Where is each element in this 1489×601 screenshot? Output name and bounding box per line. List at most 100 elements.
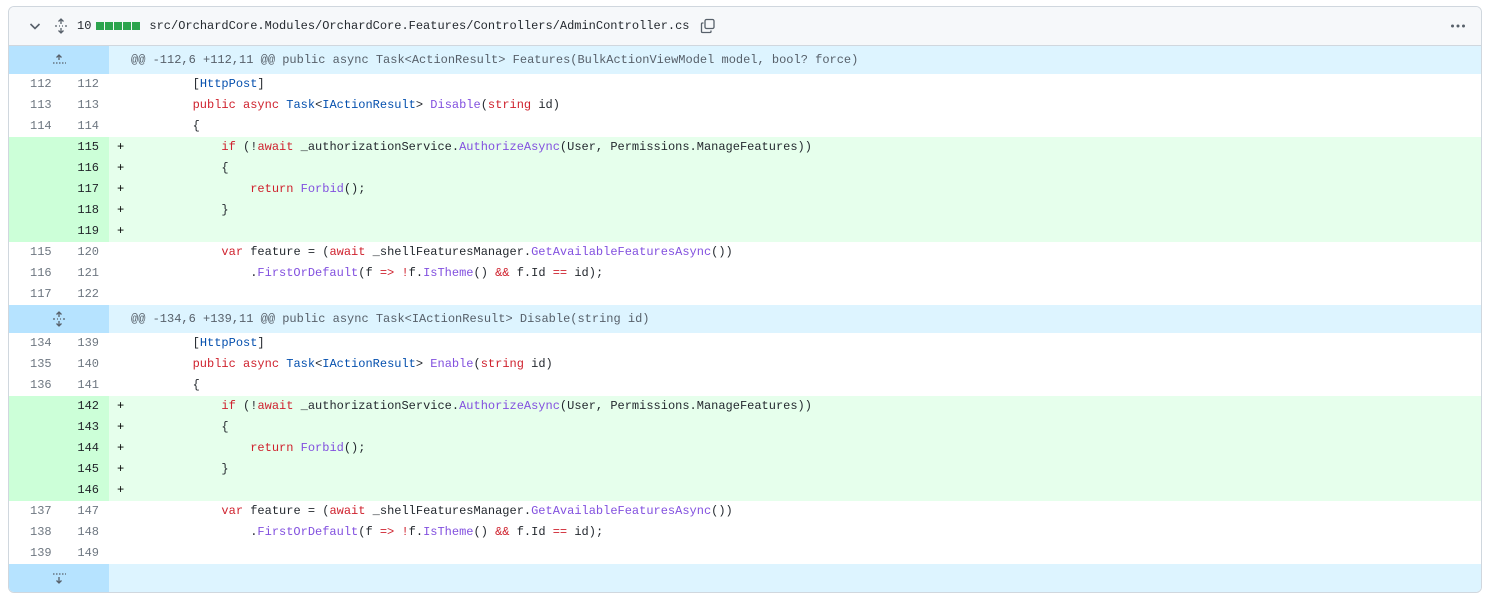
code-line: return Forbid(); [250, 182, 366, 196]
code-line: { [135, 420, 229, 434]
old-line-number[interactable] [9, 137, 59, 158]
old-line-number[interactable]: 135 [9, 354, 59, 375]
new-line-number[interactable]: 113 [59, 95, 109, 116]
old-line-number[interactable]: 139 [9, 543, 59, 564]
code-line: .FirstOrDefault(f => !f.IsTheme() && f.I… [135, 266, 604, 280]
added-line: 119 + [9, 221, 1481, 242]
old-line-number[interactable] [9, 221, 59, 242]
diff-sign [109, 74, 129, 95]
new-line-number[interactable]: 118 [59, 200, 109, 221]
context-line: 116 121 .FirstOrDefault(f => !f.IsTheme()… [9, 263, 1481, 284]
added-line: 142 + if (!await _authorizationService.Au… [9, 396, 1481, 417]
old-line-number[interactable] [9, 396, 59, 417]
added-line: 118 + } [9, 200, 1481, 221]
new-line-number[interactable]: 112 [59, 74, 109, 95]
hunk-footer [9, 564, 1481, 592]
old-line-number[interactable] [9, 438, 59, 459]
new-line-number[interactable]: 143 [59, 417, 109, 438]
new-line-number[interactable]: 144 [59, 438, 109, 459]
new-line-number[interactable]: 117 [59, 179, 109, 200]
chevron-down-icon[interactable] [27, 18, 43, 34]
expand-down-icon[interactable] [9, 564, 109, 592]
copy-icon[interactable] [700, 18, 716, 34]
old-line-number[interactable]: 138 [9, 522, 59, 543]
file-path[interactable]: src/OrchardCore.Modules/OrchardCore.Feat… [149, 19, 689, 33]
new-line-number[interactable]: 145 [59, 459, 109, 480]
diff-sign: + [117, 203, 125, 217]
context-line: 139 149 [9, 543, 1481, 564]
new-line-number[interactable]: 121 [59, 263, 109, 284]
new-line-number[interactable]: 122 [59, 284, 109, 305]
old-line-number[interactable] [9, 480, 59, 501]
new-line-number[interactable]: 146 [59, 480, 109, 501]
old-line-number[interactable]: 115 [9, 242, 59, 263]
old-line-number[interactable]: 137 [9, 501, 59, 522]
diff-sign: + [117, 182, 125, 196]
new-line-number[interactable]: 139 [59, 333, 109, 354]
old-line-number[interactable]: 134 [9, 333, 59, 354]
expand-both-icon[interactable] [9, 305, 109, 333]
old-line-number[interactable]: 112 [9, 74, 59, 95]
added-line: 144 + return Forbid(); [9, 438, 1481, 459]
new-line-number[interactable]: 114 [59, 116, 109, 137]
diff-sign: + [117, 483, 125, 497]
new-line-number[interactable]: 147 [59, 501, 109, 522]
change-count: 10 [77, 19, 92, 33]
context-line: 112 112 [HttpPost] [9, 74, 1481, 95]
new-line-number[interactable]: 116 [59, 158, 109, 179]
old-line-number[interactable]: 116 [9, 263, 59, 284]
code-line: var feature = (await _shellFeaturesManag… [221, 504, 733, 518]
new-line-number[interactable]: 141 [59, 375, 109, 396]
old-line-number[interactable]: 136 [9, 375, 59, 396]
diff-sign: + [117, 224, 125, 238]
diff-sign: + [117, 161, 125, 175]
diff-sign [109, 501, 129, 522]
old-line-number[interactable] [9, 158, 59, 179]
diff-sign: + [117, 399, 125, 413]
code-line: return Forbid(); [250, 441, 366, 455]
new-line-number[interactable]: 148 [59, 522, 109, 543]
diff-sign [109, 522, 129, 543]
new-line-number[interactable]: 142 [59, 396, 109, 417]
diff-sign [109, 242, 129, 263]
code-line: [HttpPost] [135, 77, 265, 91]
kebab-horizontal-icon[interactable] [1449, 17, 1467, 35]
code-line: if (!await _authorizationService.Authori… [221, 140, 812, 154]
new-line-number[interactable]: 120 [59, 242, 109, 263]
added-line: 145 + } [9, 459, 1481, 480]
diffstat-blocks [96, 22, 141, 30]
code-line: if (!await _authorizationService.Authori… [221, 399, 812, 413]
new-line-number[interactable]: 140 [59, 354, 109, 375]
code-line: .FirstOrDefault(f => !f.IsTheme() && f.I… [135, 525, 604, 539]
context-line: 136 141 { [9, 375, 1481, 396]
diff-sign [109, 263, 129, 284]
diff-sign: + [117, 140, 125, 154]
context-line: 135 140 public async Task<IActionResult> … [9, 354, 1481, 375]
old-line-number[interactable] [9, 200, 59, 221]
diff-sign: + [117, 420, 125, 434]
diff-table: @@ -112,6 +112,11 @@ public async Task<A… [9, 46, 1481, 592]
old-line-number[interactable]: 113 [9, 95, 59, 116]
code-line: public async Task<IActionResult> Enable(… [192, 357, 553, 371]
hunk-header: @@ -134,6 +139,11 @@ public async Task<I… [9, 305, 1481, 333]
expand-up-icon[interactable] [9, 46, 109, 74]
old-line-number[interactable] [9, 459, 59, 480]
old-line-number[interactable]: 117 [9, 284, 59, 305]
unfold-icon[interactable] [53, 18, 69, 34]
diff-sign [109, 354, 129, 375]
new-line-number[interactable]: 115 [59, 137, 109, 158]
code-line: [HttpPost] [135, 336, 265, 350]
added-line: 117 + return Forbid(); [9, 179, 1481, 200]
context-line: 113 113 public async Task<IActionResult> … [9, 95, 1481, 116]
old-line-number[interactable]: 114 [9, 116, 59, 137]
file-header: 10 src/OrchardCore.Modules/OrchardCore.F… [9, 7, 1481, 46]
new-line-number[interactable]: 119 [59, 221, 109, 242]
added-line: 116 + { [9, 158, 1481, 179]
old-line-number[interactable] [9, 179, 59, 200]
hunk-header-text: @@ -134,6 +139,11 @@ public async Task<I… [131, 312, 650, 326]
new-line-number[interactable]: 149 [59, 543, 109, 564]
old-line-number[interactable] [9, 417, 59, 438]
